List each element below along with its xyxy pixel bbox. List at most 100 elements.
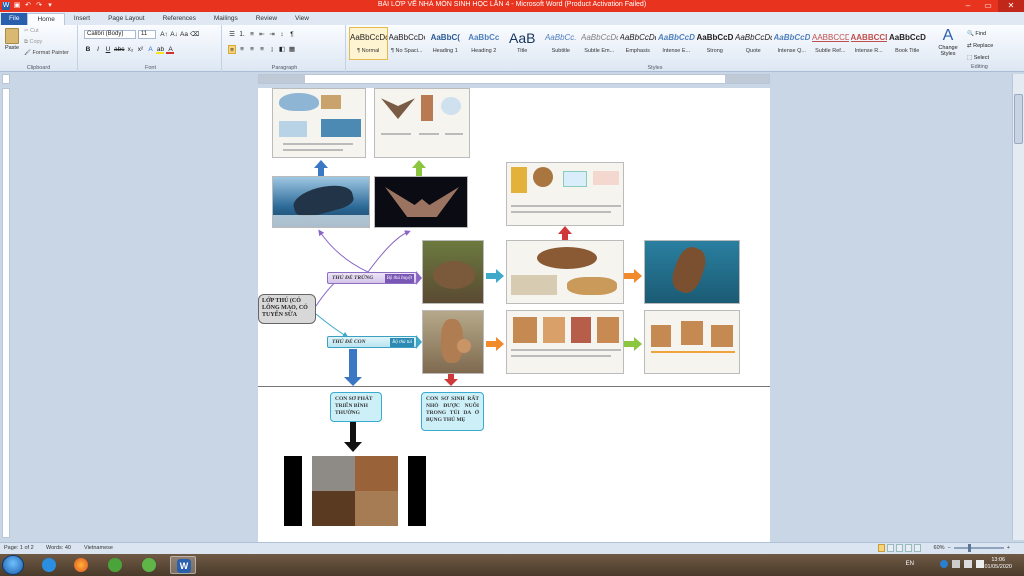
input-language[interactable]: EN: [906, 561, 914, 567]
zoom-slider[interactable]: [953, 544, 1004, 552]
root-node[interactable]: LỚP THÚ (CÓ LÔNG MAO, CÓ TUYẾN SỮA: [258, 294, 316, 324]
replace-button[interactable]: ⇄ Replace: [967, 40, 993, 52]
font-size-select[interactable]: 11: [138, 30, 156, 39]
word-count[interactable]: Words: 40: [46, 545, 71, 551]
change-styles-button[interactable]: A Change Styles: [932, 27, 964, 57]
vertical-scrollbar[interactable]: [1012, 74, 1024, 540]
full-screen-icon[interactable]: [887, 544, 894, 552]
style-strong[interactable]: AaBbCcDcStrong: [696, 27, 735, 60]
horizontal-ruler[interactable]: [258, 74, 770, 84]
web-layout-icon[interactable]: [896, 544, 903, 552]
tab-file[interactable]: File: [1, 13, 28, 25]
style-subtitle[interactable]: AaBbCc. Subtitle: [542, 27, 581, 60]
zoom-in-icon[interactable]: +: [1007, 545, 1010, 551]
tab-mailings[interactable]: Mailings: [205, 13, 247, 25]
multilevel-list-icon[interactable]: ≡: [248, 30, 256, 39]
style-heading-1[interactable]: AaBbC(Heading 1: [426, 27, 465, 60]
subscript-icon[interactable]: x₂: [126, 45, 134, 54]
vertical-ruler[interactable]: [2, 88, 10, 538]
ruler-corner[interactable]: [2, 74, 10, 84]
style-title[interactable]: AaB Title: [503, 27, 542, 60]
shading-icon[interactable]: ◧: [278, 45, 286, 54]
volume-icon[interactable]: [976, 560, 984, 568]
taskbar-firefox[interactable]: [68, 556, 94, 574]
draft-icon[interactable]: [914, 544, 921, 552]
tab-review[interactable]: Review: [247, 13, 286, 25]
close-button[interactable]: ✕: [998, 0, 1024, 12]
network-icon[interactable]: [964, 560, 972, 568]
bold-icon[interactable]: B: [84, 45, 92, 54]
egg-laying-node[interactable]: THÚ ĐẺ TRỨNG Bộ thú huyệt: [327, 272, 417, 284]
italic-icon[interactable]: I: [94, 45, 102, 54]
font-color-icon[interactable]: A: [166, 45, 175, 54]
taskbar-ie[interactable]: [36, 556, 62, 574]
grow-font-icon[interactable]: A↑: [160, 30, 168, 39]
numbering-icon[interactable]: ⒈: [238, 30, 246, 39]
increase-indent-icon[interactable]: ⇥: [268, 30, 276, 39]
style-book-title[interactable]: AaBbCcDCBook Title: [888, 27, 927, 60]
zoom-slider-thumb[interactable]: [967, 544, 971, 552]
tab-insert[interactable]: Insert: [65, 13, 99, 25]
justify-icon[interactable]: ≡: [258, 45, 266, 54]
zoom-out-icon[interactable]: −: [948, 545, 951, 551]
shrink-font-icon[interactable]: A↓: [170, 30, 178, 39]
page-count[interactable]: Page: 1 of 2: [4, 545, 34, 551]
taskbar-word[interactable]: W: [170, 556, 196, 574]
style-quote[interactable]: AaBbCcDc Quote: [734, 27, 773, 60]
select-button[interactable]: ⬚ Select: [967, 52, 993, 64]
help-icon[interactable]: [940, 560, 948, 568]
style-heading-2[interactable]: AaBbCc Heading 2: [465, 27, 504, 60]
format-painter-button[interactable]: 🖌 Format Painter: [24, 50, 69, 56]
clear-formatting-icon[interactable]: ⌫: [190, 30, 199, 39]
align-right-icon[interactable]: ≡: [248, 45, 256, 54]
copy-button[interactable]: ⧉ Copy: [24, 39, 42, 46]
flag-icon[interactable]: [952, 560, 960, 568]
placental-callout[interactable]: CON SƠ PHÁT TRIỂN BÌNH THƯỜNG: [330, 392, 382, 422]
change-case-icon[interactable]: Aa: [180, 30, 188, 39]
align-center-icon[interactable]: ≡: [238, 45, 246, 54]
style-intense-reference[interactable]: AABBCCDEIntense R...: [850, 27, 889, 60]
tab-page-layout[interactable]: Page Layout: [99, 13, 154, 25]
line-spacing-icon[interactable]: ↨: [268, 45, 276, 54]
style-no-spacing[interactable]: AaBbCcDc ¶ No Spaci...: [388, 27, 427, 60]
paste-icon: [5, 28, 19, 44]
start-button[interactable]: [2, 555, 24, 575]
tab-home[interactable]: Home: [27, 13, 65, 25]
live-bearing-node[interactable]: THÚ ĐẺ CON Bộ thú túi: [327, 336, 417, 348]
bullets-icon[interactable]: ☰: [228, 30, 236, 39]
taskbar-app-green-2[interactable]: [136, 556, 162, 574]
style-intense-emphasis[interactable]: AaBbCcDcIntense E...: [657, 27, 696, 60]
document-page[interactable]: LỚP THÚ (CÓ LÔNG MAO, CÓ TUYẾN SỮA THÚ Đ…: [258, 88, 770, 542]
style-normal[interactable]: AaBbCcDc ¶ Normal: [349, 27, 388, 60]
language-indicator[interactable]: Vietnamese: [84, 545, 113, 551]
find-button[interactable]: 🔍 Find: [967, 28, 993, 40]
show-marks-icon[interactable]: ¶: [288, 30, 296, 39]
style-subtle-reference[interactable]: AABBCCDESubtle Ref...: [811, 27, 850, 60]
borders-icon[interactable]: ▦: [288, 45, 296, 54]
cut-button[interactable]: ✂ Cut: [24, 28, 39, 34]
sort-icon[interactable]: ↕: [278, 30, 286, 39]
marsupial-callout[interactable]: CON SƠ SINH RẤT NHỎ ĐƯỢC NUÔI TRONG TÚI …: [421, 392, 484, 431]
scrollbar-thumb[interactable]: [1014, 94, 1023, 144]
clock[interactable]: 13:06 01/05/2020: [984, 557, 1012, 571]
align-left-icon[interactable]: ≡: [228, 45, 236, 54]
superscript-icon[interactable]: x²: [136, 45, 144, 54]
outline-icon[interactable]: [905, 544, 912, 552]
tab-view[interactable]: View: [286, 13, 318, 25]
style-emphasis[interactable]: AaBbCcDc Emphasis: [619, 27, 658, 60]
tab-references[interactable]: References: [154, 13, 205, 25]
text-effects-icon[interactable]: A: [146, 45, 154, 54]
print-layout-icon[interactable]: [878, 544, 885, 552]
font-name-select[interactable]: Calibri (Body): [84, 30, 136, 39]
maximize-button[interactable]: ▭: [978, 0, 998, 12]
style-intense-quote[interactable]: AaBbCcDcIntense Q...: [773, 27, 812, 60]
underline-icon[interactable]: U: [104, 45, 112, 54]
strikethrough-icon[interactable]: abc: [114, 45, 124, 54]
zoom-level[interactable]: 60%: [934, 545, 945, 551]
decrease-indent-icon[interactable]: ⇤: [258, 30, 266, 39]
style-subtle-emphasis[interactable]: AaBbCcDc Subtle Em...: [580, 27, 619, 60]
highlight-icon[interactable]: ab: [156, 45, 165, 54]
taskbar-app-green[interactable]: [102, 556, 128, 574]
paste-button[interactable]: Paste: [3, 28, 21, 58]
minimize-button[interactable]: –: [958, 0, 978, 12]
